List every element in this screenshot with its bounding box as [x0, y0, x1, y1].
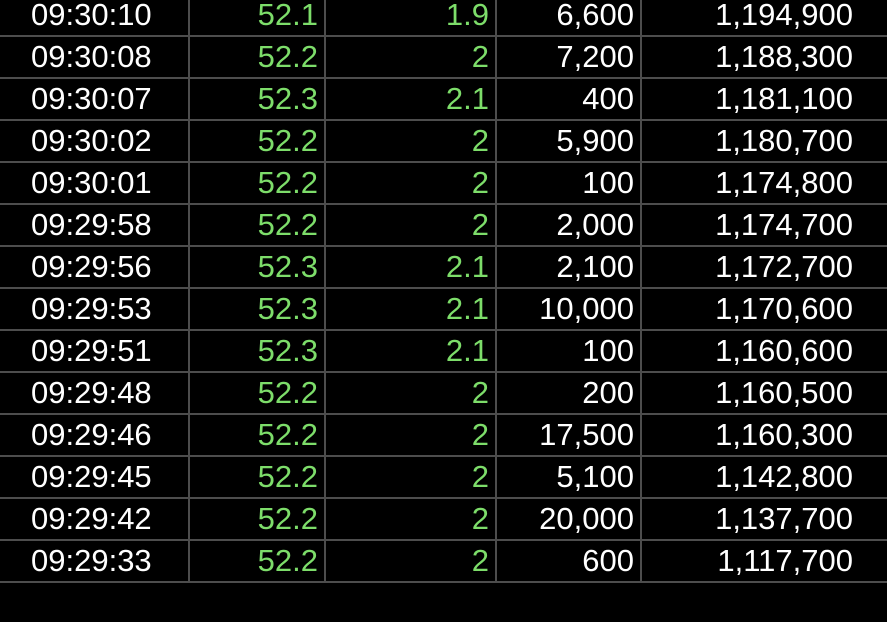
price-change-cell: 2 [324, 203, 497, 247]
trade-volume-cell: 6,600 [495, 0, 642, 37]
table-row[interactable]: 09:30:02 52.2 2 5,900 1,180,700 [0, 119, 887, 163]
cumulative-volume-cell: 1,172,700 [640, 245, 887, 289]
table-row[interactable]: 09:29:42 52.2 2 20,000 1,137,700 [0, 497, 887, 541]
trade-price-cell: 52.2 [188, 455, 326, 499]
table-row[interactable]: 09:30:08 52.2 2 7,200 1,188,300 [0, 35, 887, 79]
trade-price-cell: 52.3 [188, 77, 326, 121]
table-row[interactable]: 09:30:10 52.1 1.9 6,600 1,194,900 [0, 0, 887, 37]
trade-time-cell: 09:29:53 [0, 287, 190, 331]
trade-price-cell: 52.3 [188, 287, 326, 331]
cumulative-volume-cell: 1,117,700 [640, 539, 887, 583]
price-change-cell: 2 [324, 161, 497, 205]
trade-time-cell: 09:29:56 [0, 245, 190, 289]
trade-volume-cell: 17,500 [495, 413, 642, 457]
cumulative-volume-cell: 1,160,300 [640, 413, 887, 457]
trade-volume-cell: 2,100 [495, 245, 642, 289]
price-change-cell: 2.1 [324, 77, 497, 121]
trade-price-cell: 52.2 [188, 35, 326, 79]
table-row[interactable]: 09:29:58 52.2 2 2,000 1,174,700 [0, 203, 887, 247]
trade-time-cell: 09:29:42 [0, 497, 190, 541]
trade-time-cell: 09:30:10 [0, 0, 190, 37]
price-change-cell: 2 [324, 119, 497, 163]
price-change-cell: 2 [324, 371, 497, 415]
cumulative-volume-cell: 1,170,600 [640, 287, 887, 331]
price-change-cell: 2.1 [324, 287, 497, 331]
trade-price-cell: 52.3 [188, 329, 326, 373]
table-row[interactable]: 09:29:45 52.2 2 5,100 1,142,800 [0, 455, 887, 499]
trade-volume-cell: 200 [495, 371, 642, 415]
trade-price-cell: 52.2 [188, 203, 326, 247]
price-change-cell: 2 [324, 413, 497, 457]
price-change-cell: 2 [324, 35, 497, 79]
trade-time-cell: 09:30:01 [0, 161, 190, 205]
cumulative-volume-cell: 1,180,700 [640, 119, 887, 163]
trade-volume-cell: 7,200 [495, 35, 642, 79]
table-row[interactable]: 09:29:48 52.2 2 200 1,160,500 [0, 371, 887, 415]
trade-price-cell: 52.2 [188, 161, 326, 205]
trade-time-cell: 09:30:07 [0, 77, 190, 121]
cumulative-volume-cell: 1,194,900 [640, 0, 887, 37]
cumulative-volume-cell: 1,181,100 [640, 77, 887, 121]
trade-volume-cell: 5,100 [495, 455, 642, 499]
trade-time-cell: 09:30:02 [0, 119, 190, 163]
price-change-cell: 2 [324, 539, 497, 583]
price-change-cell: 2 [324, 497, 497, 541]
trade-price-cell: 52.1 [188, 0, 326, 37]
trade-price-cell: 52.2 [188, 497, 326, 541]
table-row[interactable]: 09:29:56 52.3 2.1 2,100 1,172,700 [0, 245, 887, 289]
cumulative-volume-cell: 1,160,600 [640, 329, 887, 373]
trade-volume-cell: 100 [495, 161, 642, 205]
trade-time-cell: 09:29:46 [0, 413, 190, 457]
trade-volume-cell: 100 [495, 329, 642, 373]
price-change-cell: 2.1 [324, 329, 497, 373]
cumulative-volume-cell: 1,160,500 [640, 371, 887, 415]
trade-volume-cell: 2,000 [495, 203, 642, 247]
table-row[interactable]: 09:30:01 52.2 2 100 1,174,800 [0, 161, 887, 205]
trade-price-cell: 52.2 [188, 539, 326, 583]
table-row[interactable]: 09:30:07 52.3 2.1 400 1,181,100 [0, 77, 887, 121]
trade-volume-cell: 5,900 [495, 119, 642, 163]
cumulative-volume-cell: 1,174,800 [640, 161, 887, 205]
cumulative-volume-cell: 1,174,700 [640, 203, 887, 247]
trade-volume-cell: 10,000 [495, 287, 642, 331]
cumulative-volume-cell: 1,142,800 [640, 455, 887, 499]
trade-price-cell: 52.3 [188, 245, 326, 289]
trade-volume-cell: 400 [495, 77, 642, 121]
cumulative-volume-cell: 1,137,700 [640, 497, 887, 541]
price-change-cell: 2.1 [324, 245, 497, 289]
trade-volume-cell: 20,000 [495, 497, 642, 541]
time-and-sales-body: 09:30:10 52.1 1.9 6,600 1,194,900 09:30:08 52.… [0, 0, 887, 583]
table-row[interactable]: 09:29:33 52.2 2 600 1,117,700 [0, 539, 887, 583]
price-change-cell: 1.9 [324, 0, 497, 37]
table-row[interactable]: 09:29:51 52.3 2.1 100 1,160,600 [0, 329, 887, 373]
price-change-cell: 2 [324, 455, 497, 499]
trade-time-cell: 09:29:58 [0, 203, 190, 247]
trade-price-cell: 52.2 [188, 371, 326, 415]
trade-time-cell: 09:30:08 [0, 35, 190, 79]
trade-time-cell: 09:29:45 [0, 455, 190, 499]
trade-time-cell: 09:29:51 [0, 329, 190, 373]
time-and-sales-table: 09:30:10 52.1 1.9 6,600 1,194,900 09:30:08 52.… [0, 0, 887, 583]
trade-price-cell: 52.2 [188, 413, 326, 457]
table-row[interactable]: 09:29:46 52.2 2 17,500 1,160,300 [0, 413, 887, 457]
cumulative-volume-cell: 1,188,300 [640, 35, 887, 79]
trade-price-cell: 52.2 [188, 119, 326, 163]
trade-volume-cell: 600 [495, 539, 642, 583]
trade-time-cell: 09:29:48 [0, 371, 190, 415]
table-row[interactable]: 09:29:53 52.3 2.1 10,000 1,170,600 [0, 287, 887, 331]
trade-time-cell: 09:29:33 [0, 539, 190, 583]
